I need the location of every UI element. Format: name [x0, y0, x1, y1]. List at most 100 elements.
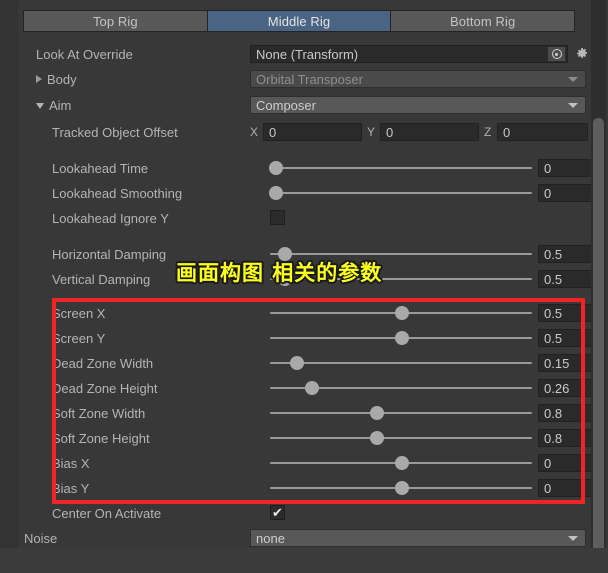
slider-track — [270, 192, 532, 194]
row-soft-zone-width: Soft Zone Width 0.8 — [18, 402, 600, 424]
lookahead-smoothing-slider[interactable] — [269, 182, 532, 204]
noise-dropdown[interactable]: none — [250, 529, 586, 547]
body-value: Orbital Transposer — [256, 71, 363, 87]
aim-procedural-dropdown[interactable]: Composer — [250, 96, 586, 114]
dead-zone-height-slider[interactable] — [270, 377, 532, 399]
aim-label: Aim — [49, 97, 72, 113]
aim-value: Composer — [256, 97, 316, 113]
slider-track — [270, 412, 532, 414]
soft-zone-width-label: Soft Zone Width — [52, 405, 146, 421]
row-look-at-override: Look At Override None (Transform) — [18, 43, 590, 65]
chevron-right-icon — [36, 75, 42, 83]
horizontal-damping-label: Horizontal Damping — [52, 246, 167, 262]
offset-z-field[interactable]: 0 — [497, 123, 588, 141]
rig-tab-bar: Top Rig Middle Rig Bottom Rig — [23, 10, 575, 32]
tab-top-rig[interactable]: Top Rig — [24, 11, 208, 31]
row-body: Body Orbital Transposer — [18, 68, 590, 90]
object-picker-icon[interactable] — [547, 46, 566, 62]
look-at-override-object-field[interactable]: None (Transform) — [250, 45, 568, 63]
row-screen-x: Screen X 0.5 — [18, 302, 600, 324]
left-gutter — [0, 0, 18, 548]
offset-z-group: Z 0 — [484, 123, 588, 141]
bias-x-label: Bias X — [52, 455, 90, 471]
center-on-activate-label: Center On Activate — [52, 505, 162, 521]
center-on-activate-checkbox[interactable]: ✔ — [270, 505, 285, 520]
chevron-down-icon — [568, 535, 578, 541]
slider-thumb[interactable] — [305, 381, 319, 395]
tab-middle-rig[interactable]: Middle Rig — [207, 11, 392, 31]
slider-thumb[interactable] — [395, 306, 409, 320]
offset-y-group: Y 0 — [367, 123, 479, 141]
body-foldout[interactable]: Body — [36, 68, 77, 90]
offset-x-group: X 0 — [250, 123, 362, 141]
tracked-object-offset-vector3: X 0 Y 0 Z 0 — [250, 123, 588, 141]
row-screen-y: Screen Y 0.5 — [18, 327, 600, 349]
dead-zone-height-label: Dead Zone Height — [52, 380, 158, 396]
soft-zone-height-label: Soft Zone Height — [52, 430, 150, 446]
screen-x-label: Screen X — [52, 305, 106, 321]
body-label: Body — [47, 71, 77, 87]
annotation-text: 画面构图 相关的参数 — [176, 261, 383, 285]
row-lookahead-time: Lookahead Time 0 — [18, 157, 600, 179]
slider-thumb[interactable] — [370, 431, 384, 445]
chevron-down-icon — [36, 103, 44, 109]
row-bias-x: Bias X 0 — [18, 452, 600, 474]
gear-icon[interactable] — [574, 46, 590, 62]
row-tracked-object-offset: Tracked Object Offset X 0 Y 0 Z 0 — [18, 121, 590, 143]
aim-foldout[interactable]: Aim — [36, 94, 71, 116]
bias-x-slider[interactable] — [270, 452, 532, 474]
slider-thumb[interactable] — [290, 356, 304, 370]
row-soft-zone-height: Soft Zone Height 0.8 — [18, 427, 600, 449]
lookahead-ignore-y-label: Lookahead Ignore Y — [52, 210, 169, 226]
slider-thumb[interactable] — [269, 186, 283, 200]
slider-thumb[interactable] — [395, 481, 409, 495]
row-noise: Noise none — [18, 527, 590, 549]
bottom-strip — [0, 548, 608, 573]
tracked-object-offset-label: Tracked Object Offset — [52, 124, 178, 140]
slider-track — [270, 167, 532, 169]
row-lookahead-smoothing: Lookahead Smoothing 0 — [18, 182, 600, 204]
screen-x-slider[interactable] — [270, 302, 532, 324]
dead-zone-width-slider[interactable] — [270, 352, 532, 374]
check-icon: ✔ — [272, 504, 283, 520]
screen-y-slider[interactable] — [270, 327, 532, 349]
lookahead-smoothing-label: Lookahead Smoothing — [52, 185, 183, 201]
lookahead-ignore-y-checkbox[interactable] — [270, 210, 285, 225]
chevron-down-icon — [568, 76, 578, 82]
row-bias-y: Bias Y 0 — [18, 477, 600, 499]
slider-thumb[interactable] — [395, 331, 409, 345]
bias-y-slider[interactable] — [270, 477, 532, 499]
slider-thumb[interactable] — [370, 406, 384, 420]
slider-thumb[interactable] — [395, 456, 409, 470]
row-dead-zone-width: Dead Zone Width 0.15 — [18, 352, 600, 374]
soft-zone-height-slider[interactable] — [270, 427, 532, 449]
lookahead-time-label: Lookahead Time — [52, 160, 149, 176]
offset-z-axis-label: Z — [484, 125, 492, 139]
slider-thumb[interactable] — [269, 161, 283, 175]
body-procedural-dropdown[interactable]: Orbital Transposer — [250, 70, 586, 88]
bias-y-label: Bias Y — [52, 480, 90, 496]
slider-track — [270, 362, 532, 364]
offset-y-field[interactable]: 0 — [380, 123, 479, 141]
noise-label: Noise — [24, 530, 58, 546]
row-aim: Aim Composer — [18, 94, 590, 116]
look-at-override-label: Look At Override — [36, 46, 133, 62]
offset-x-field[interactable]: 0 — [263, 123, 362, 141]
offset-x-axis-label: X — [250, 125, 259, 139]
dead-zone-width-label: Dead Zone Width — [52, 355, 154, 371]
tab-bottom-rig[interactable]: Bottom Rig — [391, 11, 575, 31]
vertical-scrollbar-thumb[interactable] — [593, 118, 604, 560]
row-dead-zone-height: Dead Zone Height 0.26 — [18, 377, 600, 399]
chevron-down-icon — [568, 102, 578, 108]
noise-value: none — [256, 530, 285, 546]
inspector-window: Top Rig Middle Rig Bottom Rig Look At Ov… — [0, 0, 608, 573]
row-lookahead-ignore-y: Lookahead Ignore Y — [18, 207, 590, 229]
lookahead-time-slider[interactable] — [269, 157, 532, 179]
vertical-damping-label: Vertical Damping — [52, 271, 151, 287]
offset-y-axis-label: Y — [367, 125, 376, 139]
slider-track — [270, 253, 532, 255]
soft-zone-width-slider[interactable] — [270, 402, 532, 424]
look-at-override-value: None (Transform) — [256, 46, 359, 62]
row-center-on-activate: Center On Activate ✔ — [18, 502, 590, 524]
slider-track — [270, 437, 532, 439]
